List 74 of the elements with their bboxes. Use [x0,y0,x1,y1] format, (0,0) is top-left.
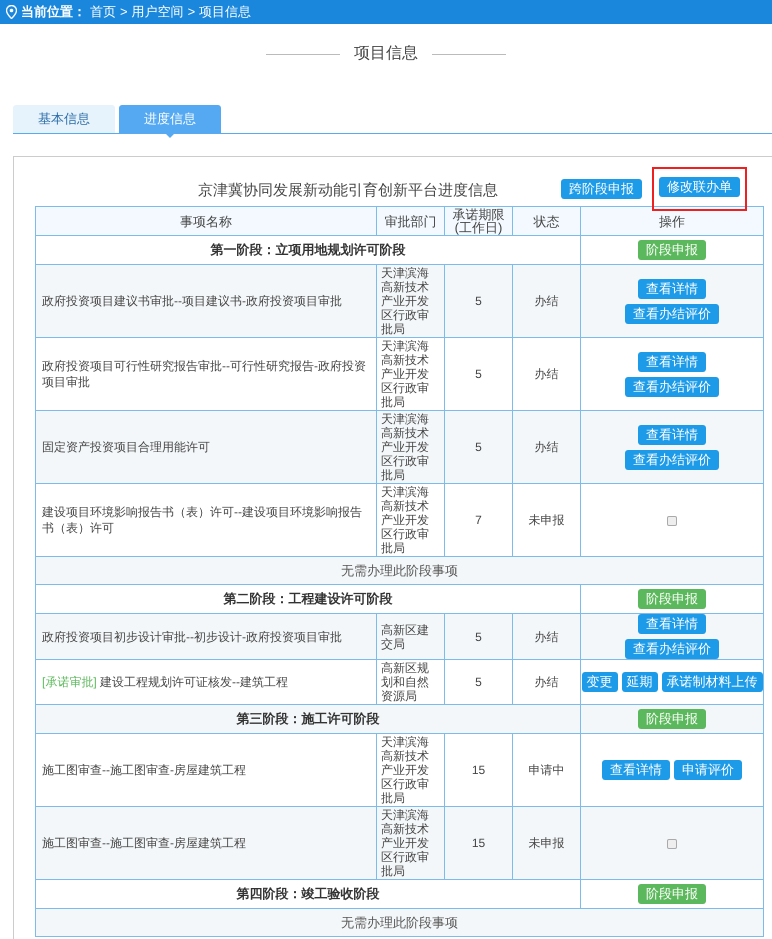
column-header: 承诺期限(工作日) [452,207,504,235]
checkbox[interactable] [667,516,677,526]
department-text: 天津滨海高新技术产业开发区行政审批局 [381,808,430,878]
status-text: 办结 [534,440,558,454]
item-name: 政府投资项目可行性研究报告审批--可行性研究报告-政府投资项目审批 [42,358,367,390]
stage-report-button[interactable]: 阶段申报 [638,240,706,260]
action-button[interactable]: 跨阶段申报 [561,179,642,199]
column-header: 事项名称 [180,214,232,228]
days-text: 7 [475,513,482,527]
action-button[interactable]: 查看详情 [638,352,706,372]
breadcrumb-label: 当前位置： [21,3,86,22]
action-button[interactable]: 修改联办单 [659,177,740,197]
tab[interactable]: 基本信息 [13,105,115,133]
breadcrumb-link[interactable]: 首页 [90,2,116,22]
action-button[interactable]: 查看详情 [638,278,706,298]
item-name: [承诺审批] 建设工程规划许可证核发--建筑工程 [42,674,290,690]
days-text: 5 [475,367,482,381]
status-text: 办结 [534,675,558,689]
item-name: 固定资产投资项目合理用能许可 [42,439,211,455]
days-text: 15 [472,763,486,777]
days-text: 5 [475,440,482,454]
breadcrumb-separator: > [120,3,128,22]
department-text: 天津滨海高新技术产业开发区行政审批局 [381,412,430,482]
item-name: 施工图审查--施工图审查-房屋建筑工程 [42,762,247,778]
department-text: 高新区建交局 [381,622,430,650]
department-text: 高新区规划和自然资源局 [381,661,430,703]
breadcrumb-separator: > [188,3,196,22]
breadcrumb-link[interactable]: 项目信息 [199,2,252,22]
breadcrumb-link[interactable]: 用户空间 [132,2,184,22]
item-name: 施工图审查--施工图审查-房屋建筑工程 [42,835,247,851]
status-text: 办结 [534,294,558,308]
column-header: 操作 [659,214,685,228]
column-header: 审批部门 [384,214,436,228]
status-text: 未申报 [528,836,564,850]
page-title: 项目信息 [354,44,418,64]
item-name: 政府投资项目建议书审批--项目建议书-政府投资项目审批 [42,293,343,309]
action-button[interactable]: 延期 [622,672,658,692]
item-name: 建设项目环境影响报告书（表）许可--建设项目环境影响报告书（表）许可 [42,504,363,536]
action-button[interactable]: 查看办结评价 [625,376,719,396]
action-button[interactable]: 查看办结评价 [625,450,719,470]
days-text: 15 [472,836,486,850]
item-name: 政府投资项目初步设计审批--初步设计-政府投资项目审批 [42,628,343,644]
department-text: 天津滨海高新技术产业开发区行政审批局 [381,485,430,555]
action-button[interactable]: 申请评价 [674,760,742,780]
location-pin-icon [6,5,17,19]
stage-title: 第二阶段：工程建设许可阶段 [224,591,392,606]
department-text: 天津滨海高新技术产业开发区行政审批局 [381,339,430,409]
stage-report-button[interactable]: 阶段申报 [638,709,706,729]
days-text: 5 [475,294,482,308]
action-button[interactable]: 查看详情 [638,424,706,444]
stage-title: 第一阶段：立项用地规划许可阶段 [210,242,406,257]
action-button[interactable]: 查看办结评价 [625,304,719,324]
status-text: 办结 [534,367,558,381]
panel-title: 京津冀协同发展新动能引育创新平台进度信息 [197,180,499,200]
department-text: 天津滨海高新技术产业开发区行政审批局 [381,266,430,336]
stage-title: 第四阶段：竣工验收阶段 [236,886,380,901]
column-header: 状态 [534,214,560,228]
note-text: 无需办理此阶段事项 [341,914,458,930]
action-button[interactable]: 查看详情 [602,760,670,780]
stage-title: 第三阶段：施工许可阶段 [236,711,380,726]
status-text: 申请中 [528,763,564,777]
action-button[interactable]: 查看办结评价 [625,639,719,659]
action-button[interactable]: 承诺制材料上传 [662,672,762,692]
stage-report-button[interactable]: 阶段申报 [638,589,706,609]
department-text: 天津滨海高新技术产业开发区行政审批局 [381,735,430,805]
status-text: 未申报 [528,513,564,527]
status-text: 办结 [534,630,558,644]
note-text: 无需办理此阶段事项 [341,562,458,578]
days-text: 5 [475,675,482,689]
action-button[interactable]: 变更 [582,672,618,692]
checkbox[interactable] [667,838,677,849]
stage-report-button[interactable]: 阶段申报 [638,884,706,904]
days-text: 5 [475,630,482,644]
action-button[interactable]: 查看详情 [638,614,706,634]
